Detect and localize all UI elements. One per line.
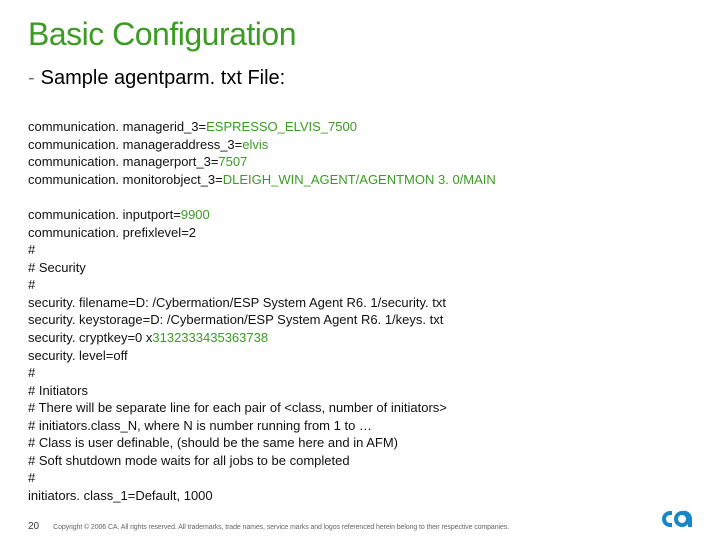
equals-sign: = bbox=[173, 207, 181, 222]
config-key: security. level bbox=[28, 348, 106, 363]
config-value: off bbox=[113, 348, 127, 363]
config-value: D: /Cybermation/ESP System Agent R6. 1/s… bbox=[136, 295, 446, 310]
config-line: security. cryptkey=0 x3132333435363738 bbox=[28, 329, 692, 347]
equals-sign: = bbox=[181, 225, 189, 240]
config-key: communication. monitorobject_3 bbox=[28, 172, 215, 187]
config-line: communication. prefixlevel=2 bbox=[28, 224, 692, 242]
config-line: # initiators.class_N, where N is number … bbox=[28, 417, 692, 435]
config-key: communication. prefixlevel bbox=[28, 225, 181, 240]
config-line: # Security bbox=[28, 259, 692, 277]
footer: 20 Copyright © 2006 CA. All rights reser… bbox=[28, 508, 692, 532]
config-value: DLEIGH_WIN_AGENT/AGENTMON 3. 0/MAIN bbox=[223, 172, 496, 187]
config-line: communication. managerid_3=ESPRESSO_ELVI… bbox=[28, 118, 692, 136]
config-line: communication. monitorobject_3=DLEIGH_WI… bbox=[28, 171, 692, 189]
config-value: elvis bbox=[242, 137, 268, 152]
config-key: communication. managerid_3 bbox=[28, 119, 199, 134]
config-line: # Class is user definable, (should be th… bbox=[28, 434, 692, 452]
config-line: # bbox=[28, 469, 692, 487]
config-value: 3132333435363738 bbox=[152, 330, 268, 345]
config-value: Default, 1000 bbox=[135, 488, 212, 503]
config-value: 7507 bbox=[218, 154, 247, 169]
config-value-prefix: 0 x bbox=[135, 330, 152, 345]
config-block-2: communication. inputport=9900communicati… bbox=[28, 206, 692, 504]
equals-sign: = bbox=[128, 295, 136, 310]
config-line: # There will be separate line for each p… bbox=[28, 399, 692, 417]
config-line: communication. inputport=9900 bbox=[28, 206, 692, 224]
config-line: # bbox=[28, 276, 692, 294]
slide-subtitle: -Sample agentparm. txt File: bbox=[28, 67, 692, 90]
equals-sign: = bbox=[199, 119, 207, 134]
config-block-1: communication. managerid_3=ESPRESSO_ELVI… bbox=[28, 118, 692, 188]
config-key: communication. inputport bbox=[28, 207, 173, 222]
config-line: # bbox=[28, 364, 692, 382]
config-key: security. cryptkey bbox=[28, 330, 127, 345]
config-line: initiators. class_1=Default, 1000 bbox=[28, 487, 692, 505]
page-number: 20 bbox=[28, 521, 39, 532]
config-value: D: /Cybermation/ESP System Agent R6. 1/k… bbox=[150, 312, 443, 327]
config-line: security. keystorage=D: /Cybermation/ESP… bbox=[28, 311, 692, 329]
config-line: communication. manageraddress_3=elvis bbox=[28, 136, 692, 154]
config-line: # Initiators bbox=[28, 382, 692, 400]
config-line: security. level=off bbox=[28, 347, 692, 365]
config-value: 2 bbox=[189, 225, 196, 240]
footer-left: 20 Copyright © 2006 CA. All rights reser… bbox=[28, 521, 509, 532]
copyright-text: Copyright © 2006 CA. All rights reserved… bbox=[53, 524, 509, 531]
subtitle-text: Sample agentparm. txt File: bbox=[41, 67, 286, 89]
equals-sign: = bbox=[127, 330, 135, 345]
config-key: initiators. class_1 bbox=[28, 488, 128, 503]
config-line: # bbox=[28, 241, 692, 259]
config-value: ESPRESSO_ELVIS_7500 bbox=[206, 119, 357, 134]
config-key: communication. managerport_3 bbox=[28, 154, 211, 169]
ca-logo bbox=[658, 508, 692, 532]
config-line: security. filename=D: /Cybermation/ESP S… bbox=[28, 294, 692, 312]
slide: Basic Configuration -Sample agentparm. t… bbox=[0, 0, 720, 540]
config-line: communication. managerport_3=7507 bbox=[28, 153, 692, 171]
config-key: security. filename bbox=[28, 295, 128, 310]
config-line: # Soft shutdown mode waits for all jobs … bbox=[28, 452, 692, 470]
config-key: communication. manageraddress_3 bbox=[28, 137, 235, 152]
slide-title: Basic Configuration bbox=[28, 16, 692, 53]
subtitle-dash: - bbox=[28, 67, 35, 89]
config-value: 9900 bbox=[181, 207, 210, 222]
config-key: security. keystorage bbox=[28, 312, 143, 327]
equals-sign: = bbox=[215, 172, 223, 187]
